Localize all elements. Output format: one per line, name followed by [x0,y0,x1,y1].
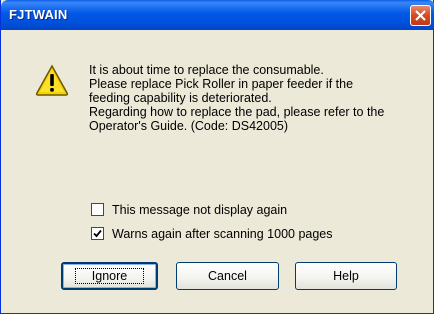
close-button[interactable] [410,5,431,26]
ignore-button[interactable]: Ignore [61,262,158,290]
checkmark-icon [93,229,102,238]
warn-again-label[interactable]: Warns again after scanning 1000 pages [112,227,333,241]
message-line: Operator's Guide. (Code: DS42005) [89,119,289,133]
warn-again-checkbox[interactable] [91,227,104,240]
warn-again-option[interactable]: Warns again after scanning 1000 pages [91,226,333,241]
message-line: feeding capability is deteriorated. [89,91,272,105]
message-line: Please replace Pick Roller in paper feed… [89,77,354,91]
dont-display-again-label[interactable]: This message not display again [112,203,287,217]
close-icon [415,10,426,21]
window-title: FJTWAIN [9,7,68,22]
message-line: It is about time to replace the consumab… [89,63,324,77]
dont-display-again-option[interactable]: This message not display again [91,202,287,217]
warning-icon [35,64,69,96]
help-button[interactable]: Help [295,262,397,290]
help-button-label: Help [333,269,359,283]
cancel-button-label: Cancel [208,269,247,283]
message-line: Regarding how to replace the pad, please… [89,105,385,119]
message-text: It is about time to replace the consumab… [89,63,429,133]
cancel-button[interactable]: Cancel [176,262,279,290]
title-bar[interactable]: FJTWAIN [1,0,434,30]
dialog-window: FJTWAIN It is about time to replace the … [0,0,434,314]
ignore-button-label: Ignore [74,268,145,284]
dont-display-again-checkbox[interactable] [91,203,104,216]
